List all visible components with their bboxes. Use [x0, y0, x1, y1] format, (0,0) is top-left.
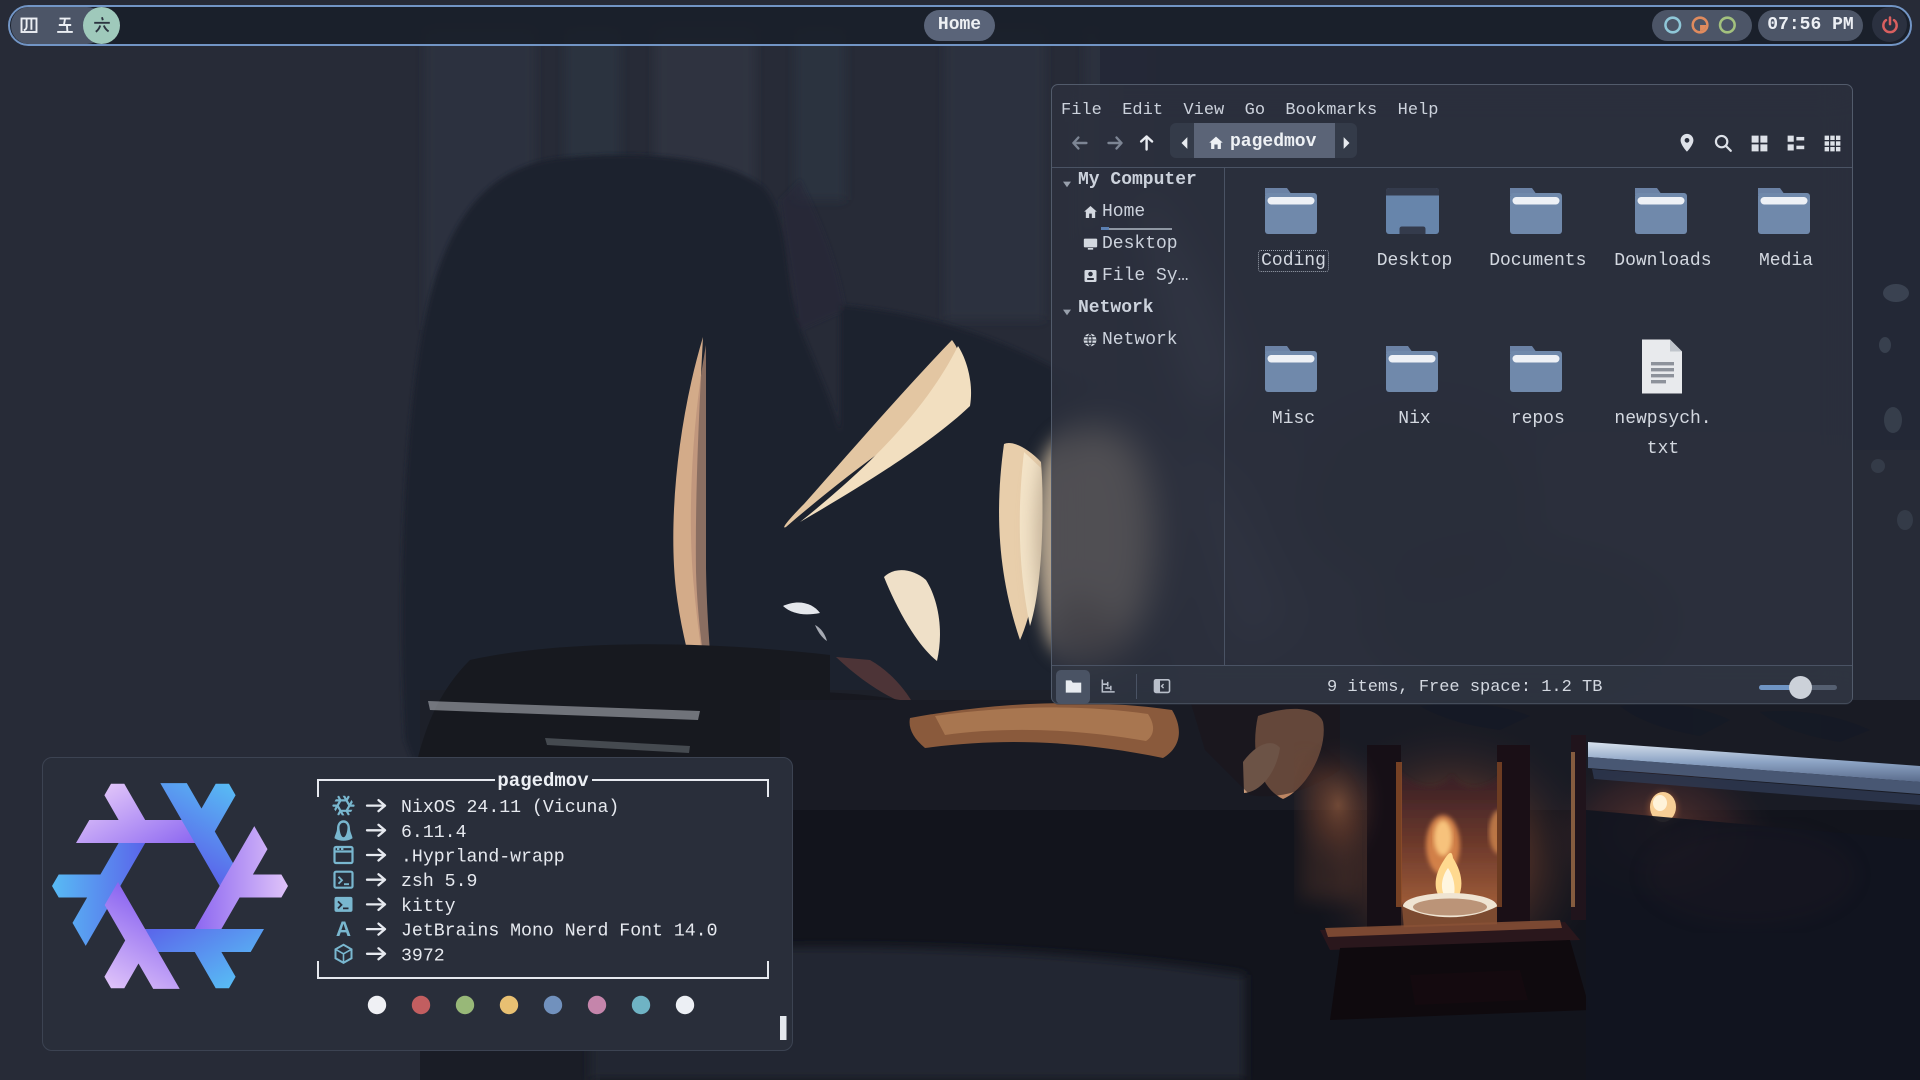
svg-text:JetBrains Mono Nerd Font 14.0: JetBrains Mono Nerd Font 14.0 [401, 922, 718, 942]
svg-text:NixOS 24.11 (Vicuna): NixOS 24.11 (Vicuna) [401, 798, 619, 818]
svg-text:.Hyprland-wrapp: .Hyprland-wrapp [401, 848, 565, 868]
svg-text:A: A [336, 918, 351, 941]
svg-text:pagedmov: pagedmov [497, 770, 589, 792]
svg-text:3972: 3972 [401, 946, 445, 966]
svg-text:zsh 5.9: zsh 5.9 [401, 872, 477, 892]
svg-text:kitty: kitty [401, 897, 456, 917]
svg-text:6.11.4: 6.11.4 [401, 823, 467, 843]
